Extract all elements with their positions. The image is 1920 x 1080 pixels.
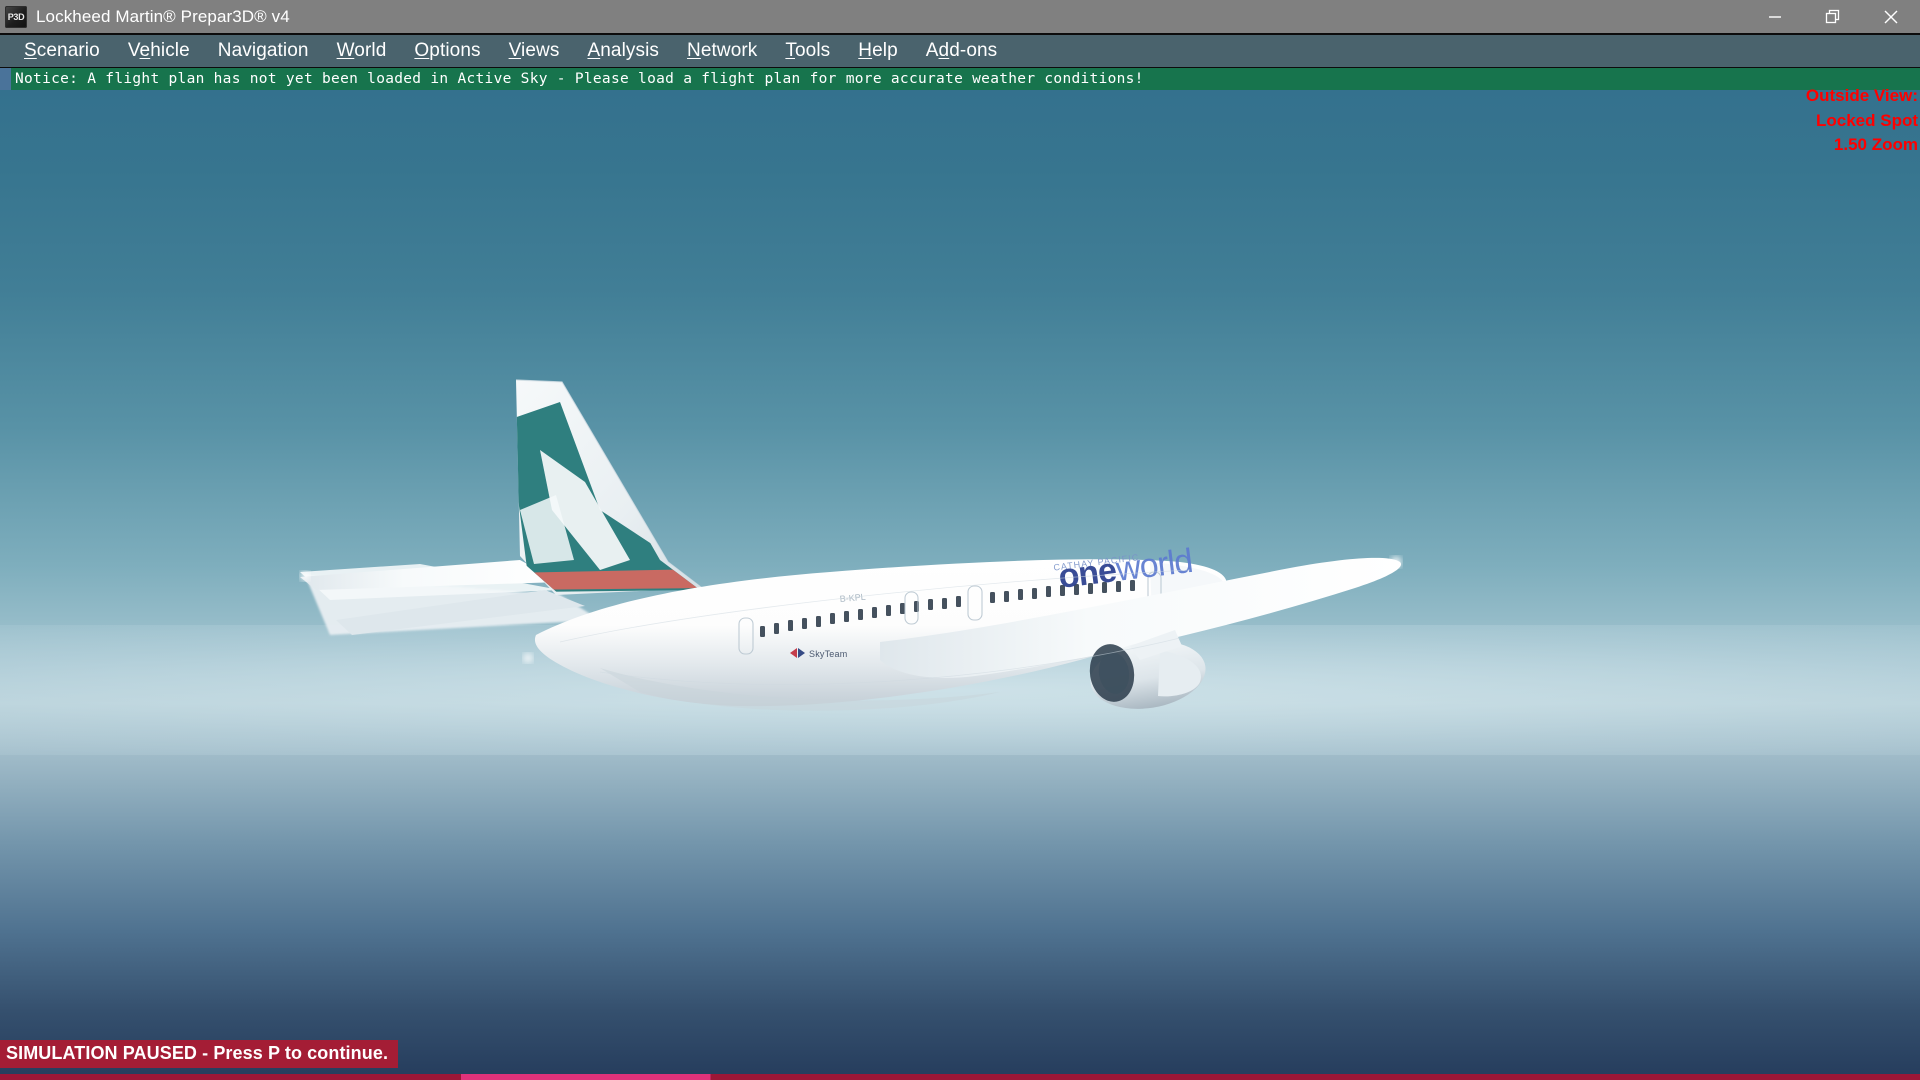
menu-item-views[interactable]: Views [495, 35, 574, 67]
menu-item-help[interactable]: Help [844, 35, 911, 67]
menu-item-tools[interactable]: Tools [771, 35, 844, 67]
hud-view-mode: Outside View: [1805, 86, 1918, 105]
view-hud: Outside View: Locked Spot 1.50 Zoom [1806, 84, 1918, 158]
menu-item-vehicle[interactable]: Vehicle [114, 35, 204, 67]
minimize-icon [1766, 8, 1784, 26]
aircraft-model: one world CATHAY PACIFIC SkyTeam B-KPL [300, 379, 1402, 711]
menu-item-network[interactable]: Network [673, 35, 771, 67]
notice-color-swatch [0, 68, 11, 90]
prepar3d-window: P3D Lockheed Martin® Prepar3D® v4 Scenar… [0, 0, 1920, 1080]
menu-item-scenario[interactable]: Scenario [10, 35, 114, 67]
hud-zoom-level: 1.50 Zoom [1833, 135, 1918, 155]
svg-text:SkyTeam: SkyTeam [809, 649, 847, 659]
menu-item-options[interactable]: Options [400, 35, 494, 67]
title-bar: P3D Lockheed Martin® Prepar3D® v4 [0, 0, 1920, 33]
menu-item-analysis[interactable]: Analysis [573, 35, 673, 67]
menu-item-add-ons[interactable]: Add-ons [912, 35, 1011, 67]
notice-message: Notice: A flight plan has not yet been l… [15, 71, 1144, 87]
close-button[interactable] [1862, 0, 1920, 33]
app-logo-icon: P3D [5, 5, 27, 28]
bottom-accent-strip [0, 1074, 1920, 1080]
hud-camera-mode: Locked Spot [1815, 110, 1918, 130]
simulation-viewport[interactable]: one world CATHAY PACIFIC SkyTeam B-KPL [0, 90, 1920, 1080]
simulation-paused-banner: SIMULATION PAUSED - Press P to continue. [0, 1040, 399, 1068]
active-sky-notice-bar: Notice: A flight plan has not yet been l… [0, 68, 1920, 90]
window-title: Lockheed Martin® Prepar3D® v4 [36, 6, 290, 26]
menu-item-navigation[interactable]: Navigation [204, 35, 323, 67]
close-icon [1881, 7, 1901, 27]
restore-icon [1824, 8, 1842, 26]
restore-button[interactable] [1804, 0, 1862, 33]
minimize-button[interactable] [1746, 0, 1804, 33]
menu-item-world[interactable]: World [323, 35, 401, 67]
menu-bar: Scenario Vehicle Navigation World Options Vie… [0, 33, 1920, 68]
